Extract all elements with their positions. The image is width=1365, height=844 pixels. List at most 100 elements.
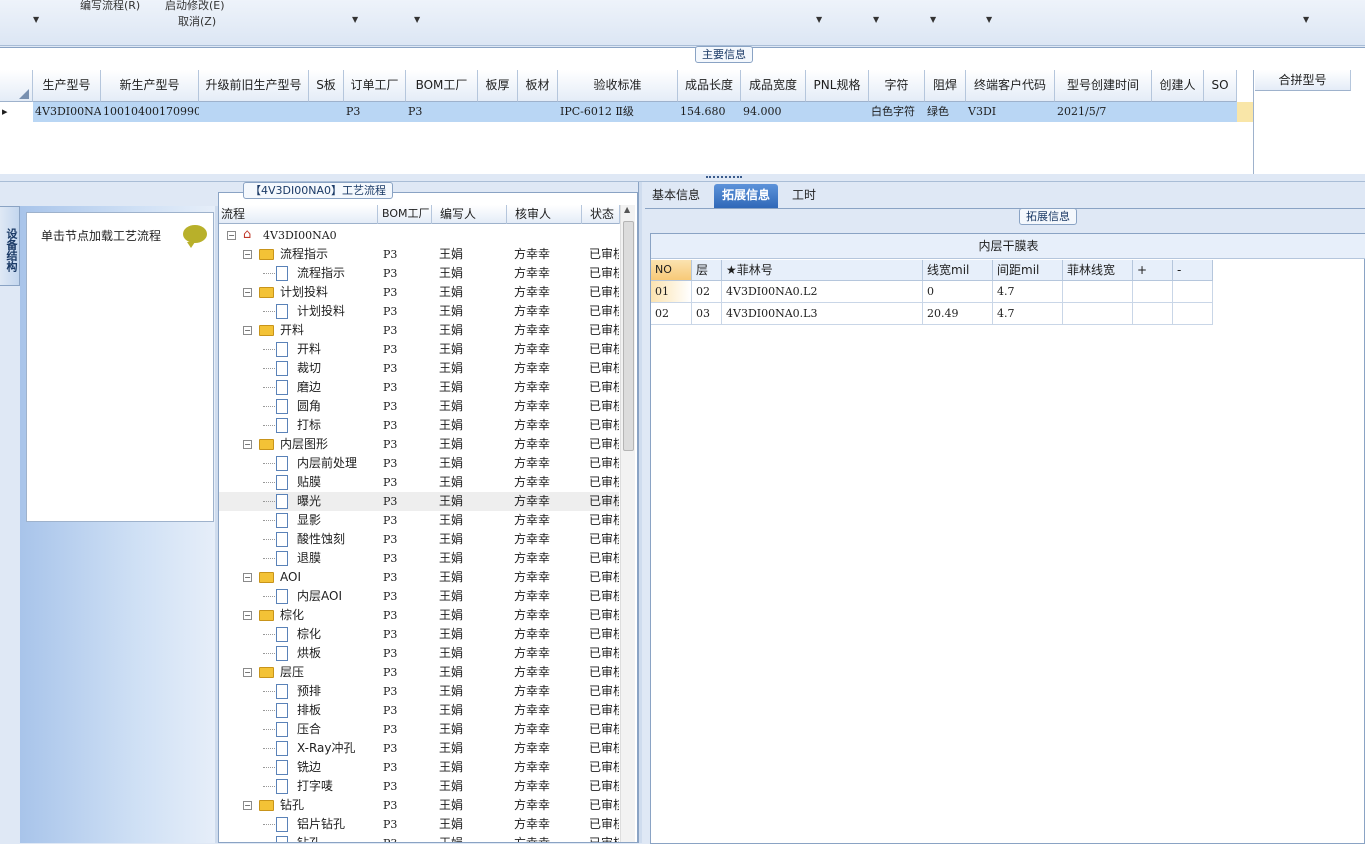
- tree-group-node[interactable]: − 计划投料 P3 王娟 方幸幸 已审核: [219, 283, 619, 302]
- tree-group-node[interactable]: − 层压 P3 王娟 方幸幸 已审核: [219, 663, 619, 682]
- vertical-splitter[interactable]: [638, 182, 642, 843]
- table-cell[interactable]: [309, 102, 344, 122]
- table-cell[interactable]: [518, 102, 558, 122]
- tree-leaf-node[interactable]: 贴膜 P3 王娟 方幸幸 已审核: [219, 473, 619, 492]
- tree-leaf-node[interactable]: 烘板 P3 王娟 方幸幸 已审核: [219, 644, 619, 663]
- col-header[interactable]: 流程: [221, 205, 378, 224]
- col-header[interactable]: 板厚: [478, 70, 518, 102]
- col-header[interactable]: 验收标准: [558, 70, 678, 102]
- tree-leaf-node[interactable]: 压合 P3 王娟 方幸幸 已审核: [219, 720, 619, 739]
- row-indicator-icon[interactable]: ▸: [0, 102, 33, 122]
- col-header[interactable]: 订单工厂: [344, 70, 406, 102]
- tree-leaf-node[interactable]: 退膜 P3 王娟 方幸幸 已审核: [219, 549, 619, 568]
- col-header[interactable]: 层: [692, 260, 722, 281]
- table-cell[interactable]: 4.7: [993, 303, 1063, 325]
- col-header[interactable]: S板: [309, 70, 344, 102]
- table-cell[interactable]: 白色字符: [869, 102, 925, 122]
- vertical-scrollbar[interactable]: ▲: [620, 205, 635, 842]
- tree-leaf-node[interactable]: 铣边 P3 王娟 方幸幸 已审核: [219, 758, 619, 777]
- tree-root[interactable]: − ⌂ 4V3DI00NA0: [219, 226, 619, 245]
- tree-leaf-node[interactable]: 磨边 P3 王娟 方幸幸 已审核: [219, 378, 619, 397]
- col-header[interactable]: 阻焊: [925, 70, 966, 102]
- table-cell[interactable]: 01: [651, 281, 692, 303]
- dropdown-arrow-icon[interactable]: ▼: [986, 15, 992, 24]
- collapse-icon[interactable]: −: [243, 668, 252, 677]
- tree-group-node[interactable]: − 棕化 P3 王娟 方幸幸 已审核: [219, 606, 619, 625]
- col-header[interactable]: 生产型号: [33, 70, 101, 102]
- tree-leaf-node[interactable]: 铝片钻孔 P3 王娟 方幸幸 已审核: [219, 815, 619, 834]
- cancel-button[interactable]: 取消(Z): [178, 13, 216, 29]
- table-cell[interactable]: P3: [344, 102, 406, 122]
- tab-work-hours[interactable]: 工时: [784, 184, 824, 208]
- tree-leaf-node[interactable]: 开料 P3 王娟 方幸幸 已审核: [219, 340, 619, 359]
- dropdown-arrow-icon[interactable]: ▼: [816, 15, 822, 24]
- tree-group-node[interactable]: − 钻孔 P3 王娟 方幸幸 已审核: [219, 796, 619, 815]
- tree-group-node[interactable]: − AOI P3 王娟 方幸幸 已审核: [219, 568, 619, 587]
- col-header[interactable]: 新生产型号: [101, 70, 199, 102]
- col-header[interactable]: 核审人: [507, 205, 582, 224]
- table-cell[interactable]: 0: [923, 281, 993, 303]
- col-header[interactable]: PNL规格: [806, 70, 869, 102]
- table-cell[interactable]: 绿色: [925, 102, 966, 122]
- merge-header[interactable]: 合拼型号: [1255, 70, 1351, 91]
- col-header[interactable]: 终端客户代码: [966, 70, 1055, 102]
- table-cell[interactable]: 20.49: [923, 303, 993, 325]
- table-cell[interactable]: [1237, 102, 1253, 122]
- collapse-icon[interactable]: −: [243, 440, 252, 449]
- write-process-button[interactable]: 编写流程(R): [80, 0, 140, 13]
- table-cell[interactable]: [1133, 281, 1173, 303]
- col-header[interactable]: 成品长度: [678, 70, 741, 102]
- tree-leaf-node[interactable]: 内层AOI P3 王娟 方幸幸 已审核: [219, 587, 619, 606]
- table-cell[interactable]: 94.000: [741, 102, 806, 122]
- dropdown-arrow-icon[interactable]: ▼: [352, 15, 358, 24]
- tree-leaf-node[interactable]: 计划投料 P3 王娟 方幸幸 已审核: [219, 302, 619, 321]
- add-row-button[interactable]: +: [1133, 260, 1173, 281]
- table-cell[interactable]: IPC-6012 Ⅱ级: [558, 102, 678, 122]
- table-cell[interactable]: 4V3DI00NA0.L3: [722, 303, 923, 325]
- tree-leaf-node[interactable]: 流程指示 P3 王娟 方幸幸 已审核: [219, 264, 619, 283]
- table-cell[interactable]: [1173, 281, 1213, 303]
- collapse-icon[interactable]: −: [243, 326, 252, 335]
- collapse-icon[interactable]: −: [243, 611, 252, 620]
- table-cell[interactable]: [1173, 303, 1213, 325]
- col-header[interactable]: 菲林线宽: [1063, 260, 1133, 281]
- table-cell[interactable]: P3: [406, 102, 478, 122]
- dropdown-arrow-icon[interactable]: ▼: [1303, 15, 1309, 24]
- dropdown-arrow-icon[interactable]: ▼: [33, 15, 39, 24]
- tree-leaf-node[interactable]: 显影 P3 王娟 方幸幸 已审核: [219, 511, 619, 530]
- col-header[interactable]: ★菲林号: [722, 260, 923, 281]
- table-cell[interactable]: 02: [651, 303, 692, 325]
- table-cell[interactable]: [1204, 102, 1237, 122]
- tree-group-node[interactable]: − 内层图形 P3 王娟 方幸幸 已审核: [219, 435, 619, 454]
- scroll-up-icon[interactable]: ▲: [624, 205, 630, 214]
- collapse-icon[interactable]: −: [227, 231, 236, 240]
- remove-row-button[interactable]: -: [1173, 260, 1213, 281]
- col-header[interactable]: 创建人: [1152, 70, 1204, 102]
- tree-leaf-node[interactable]: 钻孔 P3 王娟 方幸幸 已审核: [219, 834, 619, 842]
- table-cell[interactable]: [1133, 303, 1173, 325]
- col-header[interactable]: 成品宽度: [741, 70, 806, 102]
- col-header[interactable]: BOM工厂: [406, 70, 478, 102]
- table-cell[interactable]: 02: [692, 281, 722, 303]
- tree-leaf-node[interactable]: X-Ray冲孔 P3 王娟 方幸幸 已审核: [219, 739, 619, 758]
- tree-group-node[interactable]: − 流程指示 P3 王娟 方幸幸 已审核: [219, 245, 619, 264]
- dropdown-arrow-icon[interactable]: ▼: [930, 15, 936, 24]
- tree-leaf-node[interactable]: 棕化 P3 王娟 方幸幸 已审核: [219, 625, 619, 644]
- collapse-icon[interactable]: −: [243, 250, 252, 259]
- col-header[interactable]: 编写人: [432, 205, 507, 224]
- table-cell[interactable]: 10010400170990: [101, 102, 199, 122]
- tab-equipment-structure[interactable]: 设备结构: [0, 206, 20, 286]
- tree-leaf-node[interactable]: 预排 P3 王娟 方幸幸 已审核: [219, 682, 619, 701]
- tab-basic-info[interactable]: 基本信息: [644, 184, 708, 208]
- col-header[interactable]: 间距mil: [993, 260, 1063, 281]
- tree-group-node[interactable]: − 开料 P3 王娟 方幸幸 已审核: [219, 321, 619, 340]
- table-cell[interactable]: [199, 102, 309, 122]
- dropdown-arrow-icon[interactable]: ▼: [414, 15, 420, 24]
- col-header[interactable]: 板材: [518, 70, 558, 102]
- tree-leaf-node[interactable]: 打字唛 P3 王娟 方幸幸 已审核: [219, 777, 619, 796]
- table-cell[interactable]: 154.680: [678, 102, 741, 122]
- tab-extended-info[interactable]: 拓展信息: [714, 184, 779, 208]
- scroll-thumb[interactable]: [623, 221, 634, 451]
- col-header[interactable]: 型号创建时间: [1055, 70, 1152, 102]
- table-cell[interactable]: [478, 102, 518, 122]
